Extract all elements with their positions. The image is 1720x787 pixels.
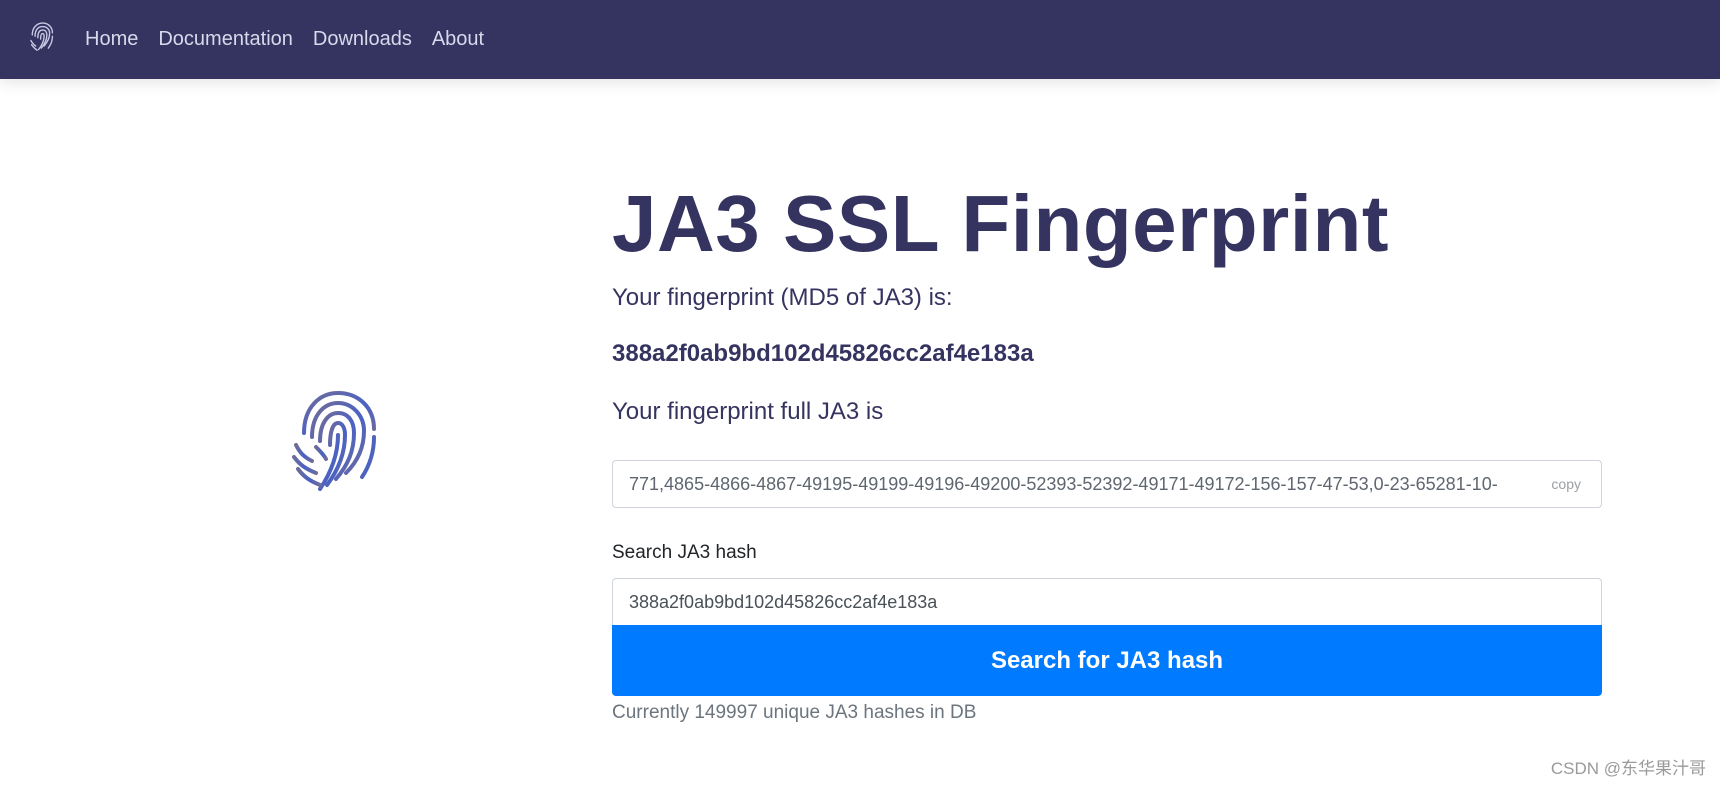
copy-button[interactable]: copy — [1551, 476, 1581, 492]
nav-links: Home Documentation Downloads About — [85, 0, 504, 79]
nav-documentation-link[interactable]: Documentation — [158, 28, 293, 51]
watermark: CSDN @东华果汁哥 — [1550, 759, 1706, 778]
nav-home-link[interactable]: Home — [85, 28, 138, 51]
db-count-text: Currently 149997 unique JA3 hashes in DB — [612, 702, 977, 723]
search-label: Search JA3 hash — [612, 542, 757, 563]
top-navbar: Home Documentation Downloads About — [0, 0, 1720, 79]
full-ja3-field: copy — [612, 460, 1602, 508]
nav-downloads-link[interactable]: Downloads — [313, 28, 412, 51]
fingerprint-icon — [292, 390, 376, 491]
full-ja3-input[interactable] — [613, 461, 1601, 507]
search-input[interactable] — [612, 578, 1602, 626]
full-ja3-label: Your fingerprint full JA3 is — [612, 398, 884, 425]
nav-about-link[interactable]: About — [432, 28, 484, 51]
fingerprint-icon[interactable] — [28, 21, 56, 53]
md5-hash-value: 388a2f0ab9bd102d45826cc2af4e183a — [612, 340, 1034, 367]
md5-label: Your fingerprint (MD5 of JA3) is: — [612, 284, 953, 311]
page-title: JA3 SSL Fingerprint — [612, 179, 1390, 268]
search-button[interactable]: Search for JA3 hash — [612, 625, 1602, 696]
